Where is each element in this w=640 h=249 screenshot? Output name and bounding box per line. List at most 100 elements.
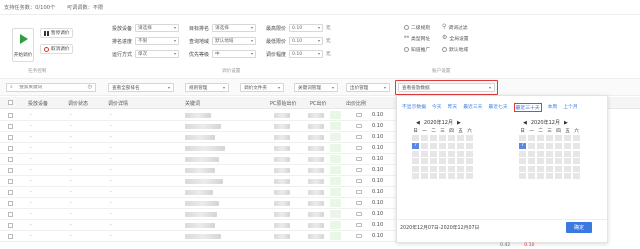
min-price-input[interactable]: 0.10 [289, 37, 323, 45]
status-cell: - [70, 189, 72, 195]
monitor-icon [356, 201, 362, 205]
quick-range-option[interactable]: 最近七天 [488, 103, 507, 112]
quick-range-option[interactable]: 不显示数据 [402, 103, 426, 112]
pc-bid-redacted [308, 201, 324, 206]
table-row[interactable]: - - - 0.10 [0, 187, 396, 198]
table-row[interactable]: - - - 0.10 [0, 154, 396, 165]
table-row[interactable]: - - - 0.10 [0, 143, 396, 154]
device-select[interactable]: 请选择 [135, 24, 179, 32]
start-bid-button[interactable]: 开始调价 [12, 28, 34, 62]
run-mode-select[interactable]: 单次 [135, 50, 179, 58]
prev-month-icon[interactable]: ◀ [416, 120, 420, 126]
table-row[interactable]: - - - 0.10 [0, 220, 396, 231]
row-checkbox[interactable] [8, 234, 13, 239]
detail-cell: - [110, 145, 112, 151]
row-checkbox[interactable] [8, 168, 13, 173]
detail-cell: - [110, 178, 112, 184]
column-header[interactable]: 关键词 [185, 100, 200, 107]
calendar-day-disabled [456, 165, 465, 172]
calendar-day-disabled [572, 135, 581, 142]
rank-view-select[interactable]: 查看全部排名 [108, 83, 174, 92]
option-default-region[interactable]: 默认地域 [442, 45, 480, 53]
calendar-day-disabled [536, 173, 545, 180]
monitor-icon [356, 124, 362, 128]
calendar-day-disabled [438, 165, 447, 172]
calendar-day-selected[interactable]: 7 [518, 142, 527, 150]
bid-indicator [330, 232, 341, 240]
column-header[interactable]: 出价比例 [346, 100, 366, 107]
rank-progress-select[interactable]: 不限 [135, 37, 179, 45]
row-checkbox[interactable] [8, 223, 13, 228]
row-checkbox[interactable] [8, 201, 13, 206]
pause-icon [44, 30, 49, 36]
quick-range-option[interactable]: 昨天 [448, 103, 458, 112]
quick-range-option-selected[interactable]: 最近三十天 [513, 103, 542, 112]
quick-range-option[interactable]: 最近三天 [463, 103, 482, 112]
device-cell: - [30, 112, 32, 118]
keyword-search-box[interactable]: ⌕ ◷ [6, 83, 96, 92]
column-header[interactable]: PC原始出价 [270, 100, 297, 107]
row-checkbox[interactable] [8, 135, 13, 140]
chevron-down-icon [168, 86, 170, 89]
confirm-button[interactable]: 确定 [566, 222, 592, 233]
option-secondary-rules[interactable]: 二级规则 [404, 23, 442, 31]
bid-folder-select[interactable]: 调价文件夹 [240, 83, 284, 92]
bid-manage-select[interactable]: 出价管理 [346, 83, 390, 92]
priority-select[interactable]: 中 [212, 50, 256, 58]
detail-cell: - [110, 167, 112, 173]
quick-range-option[interactable]: 今天 [432, 103, 442, 112]
table-row[interactable]: - - - 0.10 [0, 231, 396, 242]
bid-settings-col-2: 目标排名 请选择 查询地域 默认地域 优先等级 中 [185, 24, 256, 58]
quick-range-option[interactable]: 上个月 [563, 103, 577, 112]
field-label: 查询地域 [188, 38, 209, 45]
max-price-input[interactable]: 0.10 [289, 24, 323, 32]
keyword-manage-select[interactable]: 关键词管理 [294, 83, 338, 92]
option-global-settings[interactable]: ⚙ 全局设置 [442, 34, 480, 42]
row-checkbox[interactable] [8, 190, 13, 195]
search-input[interactable] [19, 85, 82, 90]
column-header[interactable]: 调价详情 [108, 100, 128, 107]
play-icon [20, 34, 28, 44]
select-all-checkbox[interactable] [8, 100, 13, 105]
table-row[interactable]: - - - 0.10 [0, 209, 396, 220]
rule-manage-select[interactable]: 规则管理 [185, 83, 229, 92]
option-zhidao[interactable]: 知道推广 [404, 45, 442, 53]
row-checkbox[interactable] [8, 146, 13, 151]
calendar-day-disabled [420, 165, 429, 172]
option-keyword-filter[interactable]: ⚲ 调词过滤 [442, 23, 480, 31]
column-header[interactable]: PC出价 [310, 100, 327, 107]
region-select[interactable]: 默认地域 [212, 37, 256, 45]
table-row[interactable]: - - - 0.10 [0, 132, 396, 143]
status-cell: - [70, 145, 72, 151]
table-row[interactable]: - - - 0.10 [0, 198, 396, 209]
pause-bid-button[interactable]: 暂停调价 [40, 28, 74, 38]
prev-month-icon[interactable]: ◀ [523, 120, 527, 126]
bid-step-input[interactable]: 0.10 [289, 50, 323, 58]
row-checkbox[interactable] [8, 179, 13, 184]
table-row[interactable]: - - - 0.10 [0, 165, 396, 176]
bid-settings-col-1: 投放设备 请选择 排名进度 不限 运行方式 单次 [108, 24, 179, 58]
table-row[interactable]: - - - 0.10 [0, 110, 396, 121]
column-header[interactable]: 投放设备 [28, 100, 48, 107]
row-checkbox[interactable] [8, 124, 13, 129]
table-row[interactable]: - - - 0.10 [0, 176, 396, 187]
table-row[interactable]: - - - 0.10 [0, 121, 396, 132]
row-checkbox[interactable] [8, 157, 13, 162]
row-checkbox[interactable] [8, 113, 13, 118]
row-checkbox[interactable] [8, 212, 13, 217]
radio-icon [442, 46, 447, 52]
calendar-day-disabled [563, 173, 572, 180]
calendar-day-selected[interactable]: 7 [411, 142, 420, 150]
calendar-day-disabled [527, 165, 536, 172]
cancel-bid-button[interactable]: 取消调价 [40, 44, 74, 54]
calendar-day-disabled [527, 158, 536, 165]
right-calendar-grid: 日一二三四五六 7 [518, 127, 581, 180]
quick-range-option[interactable]: 本周 [548, 103, 558, 112]
next-month-icon[interactable]: ▶ [564, 120, 568, 126]
option-url-type[interactable]: ⚯ 类型网址 [404, 34, 442, 42]
calendar-day-disabled [527, 150, 536, 157]
table-tail-values: 0.42 0.10 [500, 243, 534, 248]
target-rank-select[interactable]: 请选择 [212, 24, 256, 32]
column-header[interactable]: 调价状态 [68, 100, 88, 107]
next-month-icon[interactable]: ▶ [457, 120, 461, 126]
